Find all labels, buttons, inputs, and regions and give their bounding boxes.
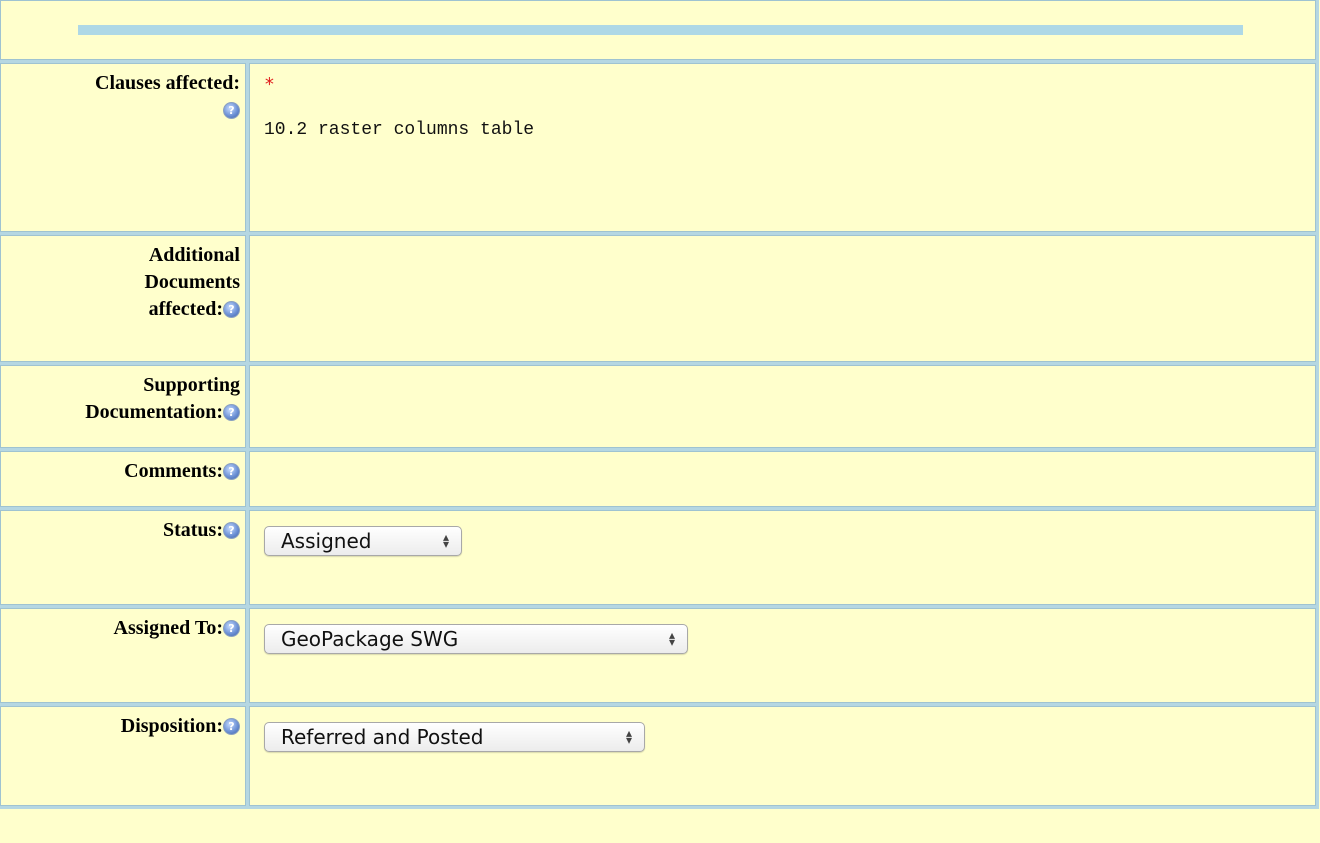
comments-label-cell: Comments:? (0, 451, 246, 507)
updown-arrows-icon: ▴ ▾ (625, 726, 632, 747)
supporting-docs-label-cell: Supporting Documentation:? (0, 365, 246, 448)
additional-docs-label-3: affected: (148, 298, 223, 320)
updown-arrows-icon: ▴ ▾ (442, 530, 449, 551)
assigned-to-label-cell: Assigned To:? (0, 608, 246, 703)
additional-docs-row: Additional Documents affected:? (0, 235, 1316, 362)
help-icon[interactable]: ? (223, 102, 240, 119)
additional-docs-label-2: Documents (144, 271, 240, 293)
supporting-docs-value-cell[interactable] (249, 365, 1316, 448)
comments-row: Comments:? (0, 451, 1316, 507)
additional-docs-label-cell: Additional Documents affected:? (0, 235, 246, 362)
assigned-to-label: Assigned To: (113, 617, 224, 639)
help-icon[interactable]: ? (223, 404, 240, 421)
additional-docs-label-1: Additional (148, 244, 240, 266)
additional-docs-value-cell[interactable] (249, 235, 1316, 362)
clauses-value[interactable]: 10.2 raster columns table (264, 120, 1315, 140)
comments-label: Comments: (124, 460, 223, 482)
clauses-row: Clauses affected: ? * 10.2 raster column… (0, 63, 1316, 232)
disposition-selected-value: Referred and Posted (281, 725, 484, 749)
disposition-value-cell: Referred and Posted ▴ ▾ (249, 706, 1316, 806)
supporting-docs-label-2: Documentation: (85, 401, 223, 423)
status-label-cell: Status:? (0, 510, 246, 605)
status-label: Status: (162, 519, 223, 541)
clauses-value-cell[interactable]: * 10.2 raster columns table (249, 63, 1316, 232)
help-icon[interactable]: ? (223, 463, 240, 480)
supporting-docs-label-1: Supporting (143, 374, 240, 396)
required-marker: * (264, 74, 275, 95)
help-icon[interactable]: ? (223, 301, 240, 318)
status-row: Status:? Assigned ▴ ▾ (0, 510, 1316, 605)
header-row (0, 0, 1316, 60)
assigned-to-selected-value: GeoPackage SWG (281, 627, 459, 651)
disposition-row: Disposition:? Referred and Posted ▴ ▾ (0, 706, 1316, 806)
help-icon[interactable]: ? (223, 718, 240, 735)
assigned-to-select[interactable]: GeoPackage SWG ▴ ▾ (264, 624, 688, 654)
clauses-label-cell: Clauses affected: ? (0, 63, 246, 232)
accent-bar (78, 25, 1243, 35)
status-value-cell: Assigned ▴ ▾ (249, 510, 1316, 605)
supporting-docs-row: Supporting Documentation:? (0, 365, 1316, 448)
help-icon[interactable]: ? (223, 620, 240, 637)
updown-arrows-icon: ▴ ▾ (668, 628, 675, 649)
assigned-to-row: Assigned To:? GeoPackage SWG ▴ ▾ (0, 608, 1316, 703)
clauses-label: Clauses affected: (95, 72, 240, 94)
form-table: Clauses affected: ? * 10.2 raster column… (0, 0, 1319, 809)
help-icon[interactable]: ? (223, 522, 240, 539)
assigned-to-value-cell: GeoPackage SWG ▴ ▾ (249, 608, 1316, 703)
disposition-label: Disposition: (120, 715, 223, 737)
disposition-label-cell: Disposition:? (0, 706, 246, 806)
comments-value-cell[interactable] (249, 451, 1316, 507)
header-cell (0, 0, 1316, 60)
status-selected-value: Assigned (281, 529, 372, 553)
status-select[interactable]: Assigned ▴ ▾ (264, 526, 462, 556)
disposition-select[interactable]: Referred and Posted ▴ ▾ (264, 722, 645, 752)
